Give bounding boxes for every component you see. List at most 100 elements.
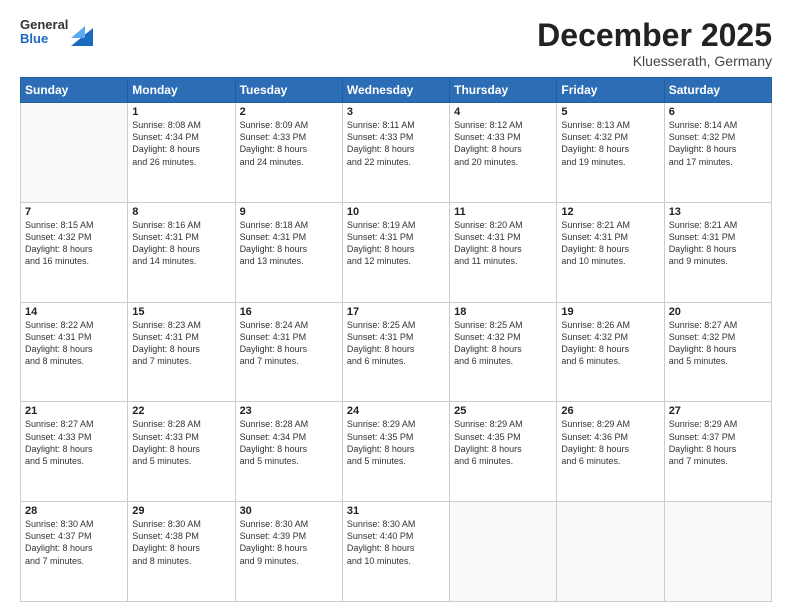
day-info: Sunrise: 8:25 AM Sunset: 4:31 PM Dayligh…: [347, 319, 445, 368]
calendar-cell: [557, 502, 664, 602]
calendar-header-sunday: Sunday: [21, 78, 128, 103]
day-info: Sunrise: 8:08 AM Sunset: 4:34 PM Dayligh…: [132, 119, 230, 168]
day-info: Sunrise: 8:30 AM Sunset: 4:37 PM Dayligh…: [25, 518, 123, 567]
day-info: Sunrise: 8:29 AM Sunset: 4:36 PM Dayligh…: [561, 418, 659, 467]
day-number: 13: [669, 206, 767, 218]
calendar-cell: 25Sunrise: 8:29 AM Sunset: 4:35 PM Dayli…: [450, 402, 557, 502]
calendar-cell: 19Sunrise: 8:26 AM Sunset: 4:32 PM Dayli…: [557, 302, 664, 402]
calendar-cell: 2Sunrise: 8:09 AM Sunset: 4:33 PM Daylig…: [235, 103, 342, 203]
day-info: Sunrise: 8:27 AM Sunset: 4:33 PM Dayligh…: [25, 418, 123, 467]
calendar-cell: 13Sunrise: 8:21 AM Sunset: 4:31 PM Dayli…: [664, 202, 771, 302]
calendar-cell: 20Sunrise: 8:27 AM Sunset: 4:32 PM Dayli…: [664, 302, 771, 402]
day-number: 17: [347, 306, 445, 318]
day-info: Sunrise: 8:18 AM Sunset: 4:31 PM Dayligh…: [240, 219, 338, 268]
day-number: 31: [347, 505, 445, 517]
calendar-header-saturday: Saturday: [664, 78, 771, 103]
day-number: 7: [25, 206, 123, 218]
calendar-cell: [450, 502, 557, 602]
day-number: 21: [25, 405, 123, 417]
day-info: Sunrise: 8:30 AM Sunset: 4:40 PM Dayligh…: [347, 518, 445, 567]
calendar-week-row: 28Sunrise: 8:30 AM Sunset: 4:37 PM Dayli…: [21, 502, 772, 602]
calendar-cell: 3Sunrise: 8:11 AM Sunset: 4:33 PM Daylig…: [342, 103, 449, 203]
calendar-cell: 11Sunrise: 8:20 AM Sunset: 4:31 PM Dayli…: [450, 202, 557, 302]
calendar-cell: 15Sunrise: 8:23 AM Sunset: 4:31 PM Dayli…: [128, 302, 235, 402]
calendar-cell: 9Sunrise: 8:18 AM Sunset: 4:31 PM Daylig…: [235, 202, 342, 302]
calendar-cell: 10Sunrise: 8:19 AM Sunset: 4:31 PM Dayli…: [342, 202, 449, 302]
page: General Blue December 2025 Kluesserath, …: [0, 0, 792, 612]
day-info: Sunrise: 8:29 AM Sunset: 4:37 PM Dayligh…: [669, 418, 767, 467]
day-number: 16: [240, 306, 338, 318]
logo: General Blue: [20, 18, 93, 47]
calendar-week-row: 21Sunrise: 8:27 AM Sunset: 4:33 PM Dayli…: [21, 402, 772, 502]
calendar-cell: 1Sunrise: 8:08 AM Sunset: 4:34 PM Daylig…: [128, 103, 235, 203]
day-number: 26: [561, 405, 659, 417]
day-info: Sunrise: 8:21 AM Sunset: 4:31 PM Dayligh…: [561, 219, 659, 268]
day-info: Sunrise: 8:23 AM Sunset: 4:31 PM Dayligh…: [132, 319, 230, 368]
calendar-cell: 12Sunrise: 8:21 AM Sunset: 4:31 PM Dayli…: [557, 202, 664, 302]
day-info: Sunrise: 8:28 AM Sunset: 4:33 PM Dayligh…: [132, 418, 230, 467]
calendar-cell: 28Sunrise: 8:30 AM Sunset: 4:37 PM Dayli…: [21, 502, 128, 602]
day-number: 2: [240, 106, 338, 118]
day-info: Sunrise: 8:19 AM Sunset: 4:31 PM Dayligh…: [347, 219, 445, 268]
day-info: Sunrise: 8:22 AM Sunset: 4:31 PM Dayligh…: [25, 319, 123, 368]
day-number: 22: [132, 405, 230, 417]
calendar-cell: [664, 502, 771, 602]
day-number: 12: [561, 206, 659, 218]
day-info: Sunrise: 8:20 AM Sunset: 4:31 PM Dayligh…: [454, 219, 552, 268]
day-number: 29: [132, 505, 230, 517]
day-number: 24: [347, 405, 445, 417]
location: Kluesserath, Germany: [537, 53, 772, 69]
calendar-week-row: 1Sunrise: 8:08 AM Sunset: 4:34 PM Daylig…: [21, 103, 772, 203]
month-title: December 2025: [537, 18, 772, 53]
day-number: 11: [454, 206, 552, 218]
calendar-cell: 6Sunrise: 8:14 AM Sunset: 4:32 PM Daylig…: [664, 103, 771, 203]
calendar-cell: 18Sunrise: 8:25 AM Sunset: 4:32 PM Dayli…: [450, 302, 557, 402]
calendar-cell: 4Sunrise: 8:12 AM Sunset: 4:33 PM Daylig…: [450, 103, 557, 203]
day-number: 18: [454, 306, 552, 318]
day-number: 30: [240, 505, 338, 517]
day-info: Sunrise: 8:21 AM Sunset: 4:31 PM Dayligh…: [669, 219, 767, 268]
day-info: Sunrise: 8:14 AM Sunset: 4:32 PM Dayligh…: [669, 119, 767, 168]
day-number: 3: [347, 106, 445, 118]
calendar-cell: 8Sunrise: 8:16 AM Sunset: 4:31 PM Daylig…: [128, 202, 235, 302]
day-number: 19: [561, 306, 659, 318]
calendar-header-thursday: Thursday: [450, 78, 557, 103]
calendar-cell: 29Sunrise: 8:30 AM Sunset: 4:38 PM Dayli…: [128, 502, 235, 602]
header: General Blue December 2025 Kluesserath, …: [20, 18, 772, 69]
day-number: 27: [669, 405, 767, 417]
day-info: Sunrise: 8:09 AM Sunset: 4:33 PM Dayligh…: [240, 119, 338, 168]
calendar-cell: 21Sunrise: 8:27 AM Sunset: 4:33 PM Dayli…: [21, 402, 128, 502]
day-number: 15: [132, 306, 230, 318]
calendar-cell: 17Sunrise: 8:25 AM Sunset: 4:31 PM Dayli…: [342, 302, 449, 402]
day-number: 4: [454, 106, 552, 118]
logo-icon: [71, 18, 93, 46]
calendar-cell: 31Sunrise: 8:30 AM Sunset: 4:40 PM Dayli…: [342, 502, 449, 602]
day-info: Sunrise: 8:27 AM Sunset: 4:32 PM Dayligh…: [669, 319, 767, 368]
logo-general: General: [20, 18, 68, 32]
day-info: Sunrise: 8:13 AM Sunset: 4:32 PM Dayligh…: [561, 119, 659, 168]
day-number: 5: [561, 106, 659, 118]
day-number: 23: [240, 405, 338, 417]
calendar-header-friday: Friday: [557, 78, 664, 103]
day-info: Sunrise: 8:25 AM Sunset: 4:32 PM Dayligh…: [454, 319, 552, 368]
logo-blue: Blue: [20, 32, 68, 46]
day-info: Sunrise: 8:30 AM Sunset: 4:38 PM Dayligh…: [132, 518, 230, 567]
calendar-cell: [21, 103, 128, 203]
day-number: 25: [454, 405, 552, 417]
calendar-cell: 30Sunrise: 8:30 AM Sunset: 4:39 PM Dayli…: [235, 502, 342, 602]
day-info: Sunrise: 8:12 AM Sunset: 4:33 PM Dayligh…: [454, 119, 552, 168]
day-info: Sunrise: 8:28 AM Sunset: 4:34 PM Dayligh…: [240, 418, 338, 467]
day-info: Sunrise: 8:29 AM Sunset: 4:35 PM Dayligh…: [454, 418, 552, 467]
calendar-table: SundayMondayTuesdayWednesdayThursdayFrid…: [20, 77, 772, 602]
day-info: Sunrise: 8:29 AM Sunset: 4:35 PM Dayligh…: [347, 418, 445, 467]
calendar-cell: 27Sunrise: 8:29 AM Sunset: 4:37 PM Dayli…: [664, 402, 771, 502]
day-info: Sunrise: 8:26 AM Sunset: 4:32 PM Dayligh…: [561, 319, 659, 368]
calendar-cell: 23Sunrise: 8:28 AM Sunset: 4:34 PM Dayli…: [235, 402, 342, 502]
calendar-cell: 16Sunrise: 8:24 AM Sunset: 4:31 PM Dayli…: [235, 302, 342, 402]
calendar-header-monday: Monday: [128, 78, 235, 103]
calendar-cell: 7Sunrise: 8:15 AM Sunset: 4:32 PM Daylig…: [21, 202, 128, 302]
day-info: Sunrise: 8:11 AM Sunset: 4:33 PM Dayligh…: [347, 119, 445, 168]
day-info: Sunrise: 8:30 AM Sunset: 4:39 PM Dayligh…: [240, 518, 338, 567]
day-number: 20: [669, 306, 767, 318]
day-number: 10: [347, 206, 445, 218]
